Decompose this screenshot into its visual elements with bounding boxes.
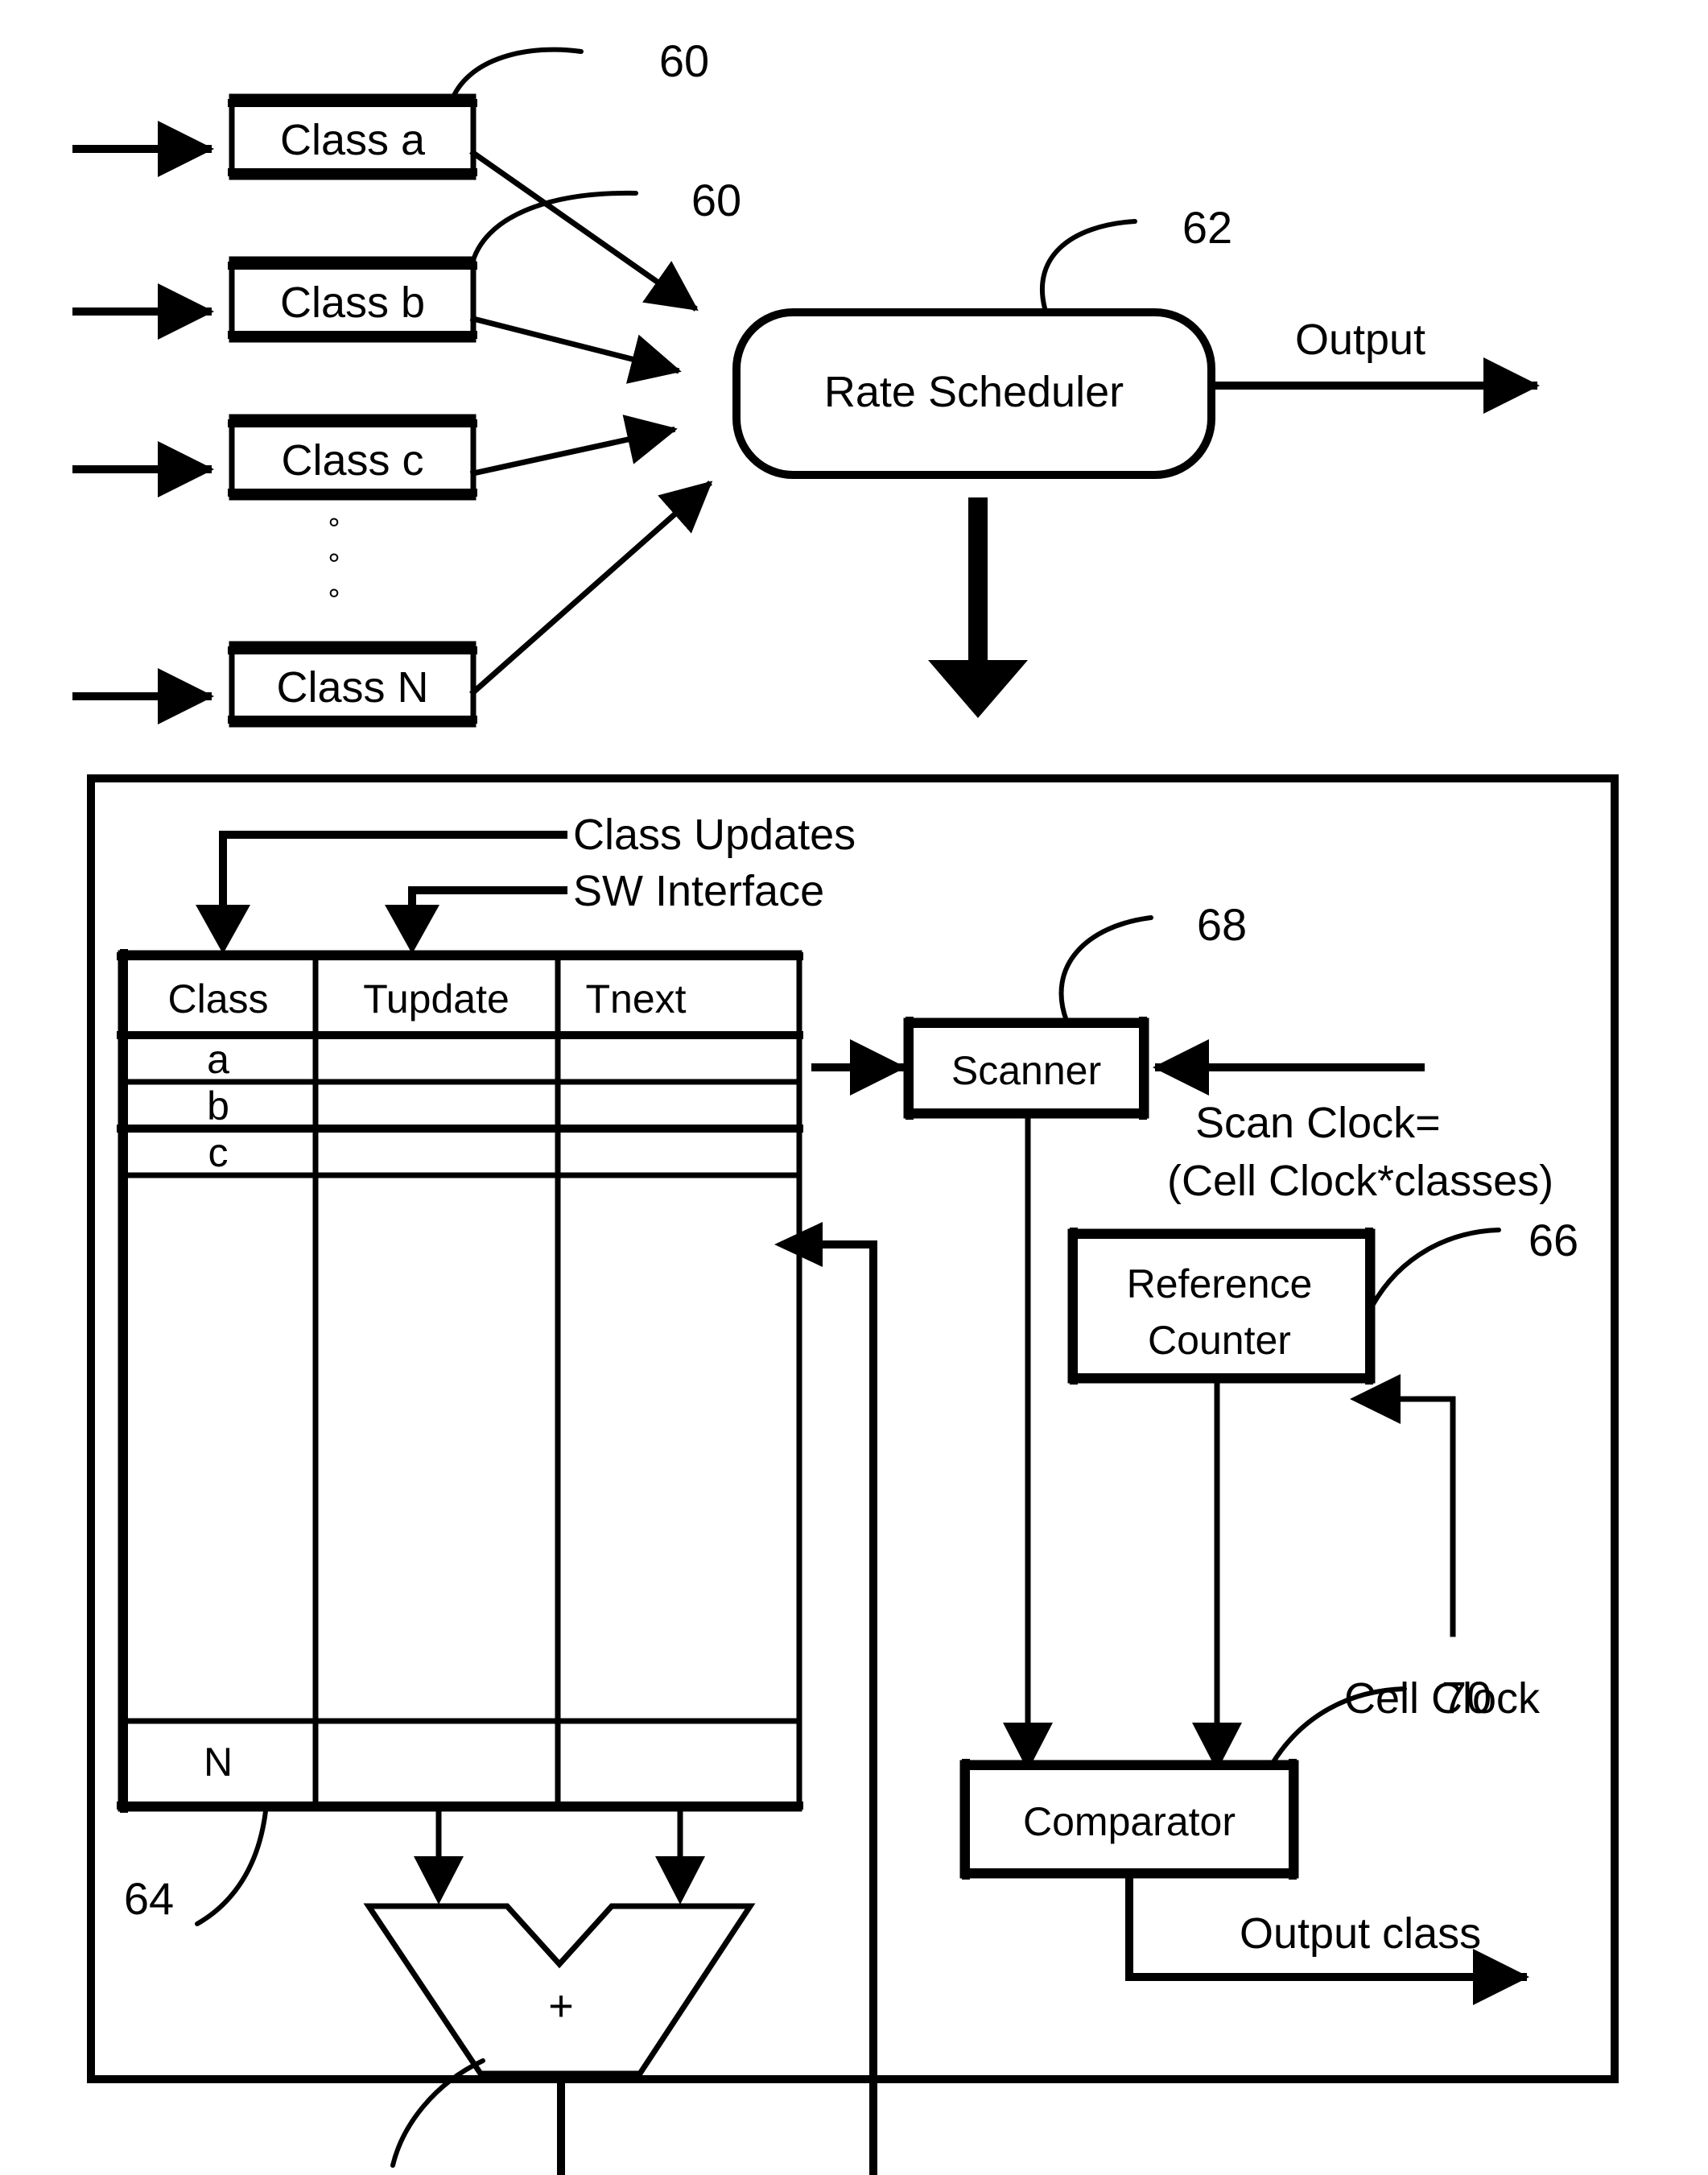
svg-text:°: ° [328,584,340,617]
arrow-class-a-to-scheduler [469,149,699,312]
reference-counter-line2: Counter [1148,1318,1291,1363]
table-header-tnext: Tnext [585,976,686,1021]
lead-line-ref-62 [1040,219,1137,316]
class-queue-c: Class c [228,414,477,501]
sw-interface-label: SW Interface [573,867,824,915]
patent-figure: Class a Class b Class c ° ° ° Class N 60… [72,35,1619,2175]
class-queue-a: Class a [228,93,477,180]
ref-number-64: 64 [124,1873,174,1924]
arrow-class-b-to-scheduler [469,315,682,384]
output-class-label: Output class [1240,1909,1481,1958]
class-queue-a-label: Class a [280,116,426,164]
table-row-class-a: a [207,1037,229,1082]
svg-text:°: ° [328,548,340,582]
class-queue-n: Class N [228,641,477,728]
table-row-class-n: N [204,1740,233,1785]
class-queue-c-label: Class c [281,436,423,485]
reference-counter-line1: Reference [1127,1261,1313,1306]
ref-number-60-a: 60 [659,35,709,86]
adder-plus-sign: + [548,1982,574,2030]
table-row-class-b: b [207,1083,229,1129]
class-queue-b-label: Class b [280,279,425,327]
figure-canvas: Class a Class b Class c ° ° ° Class N 60… [0,0,1708,2175]
class-state-table: Class Tupdate Tnext a b c N [117,949,803,1813]
output-label: Output [1295,316,1425,364]
ref-number-60-b: 60 [691,175,741,225]
reference-counter-box: Reference Counter [1067,1228,1376,1385]
ref-number-72: 72 [328,2169,377,2175]
rate-scheduler-box: Rate Scheduler [732,308,1215,479]
class-updates-label: Class Updates [573,811,856,859]
lead-line-ref-60-b [469,190,638,268]
class-queue-n-label: Class N [276,663,428,712]
arrow-class-c-to-scheduler [469,415,678,477]
comparator-label: Comparator [1023,1799,1236,1844]
scan-clock-line1: Scan Clock= [1195,1099,1441,1147]
ref-number-70: 70 [1442,1672,1491,1723]
arrow-class-n-to-scheduler [469,481,713,696]
scheduler-to-detail-arrow [928,497,1028,718]
scanner-label: Scanner [951,1048,1101,1093]
rate-scheduler-label: Rate Scheduler [824,368,1124,416]
ref-number-66: 66 [1529,1215,1578,1265]
scanner-box: Scanner [903,1017,1149,1120]
svg-text:°: ° [328,513,340,547]
table-header-tupdate: Tupdate [363,976,510,1021]
comparator-box: Comparator [959,1759,1299,1880]
scan-clock-line2: (Cell Clock*classes) [1167,1157,1553,1205]
table-header-class: Class [167,976,268,1021]
vertical-ellipsis: ° ° ° [328,513,340,617]
class-queue-b: Class b [228,256,477,343]
ref-number-62: 62 [1182,202,1232,253]
table-row-class-c: c [208,1130,229,1175]
ref-number-68: 68 [1197,899,1247,950]
